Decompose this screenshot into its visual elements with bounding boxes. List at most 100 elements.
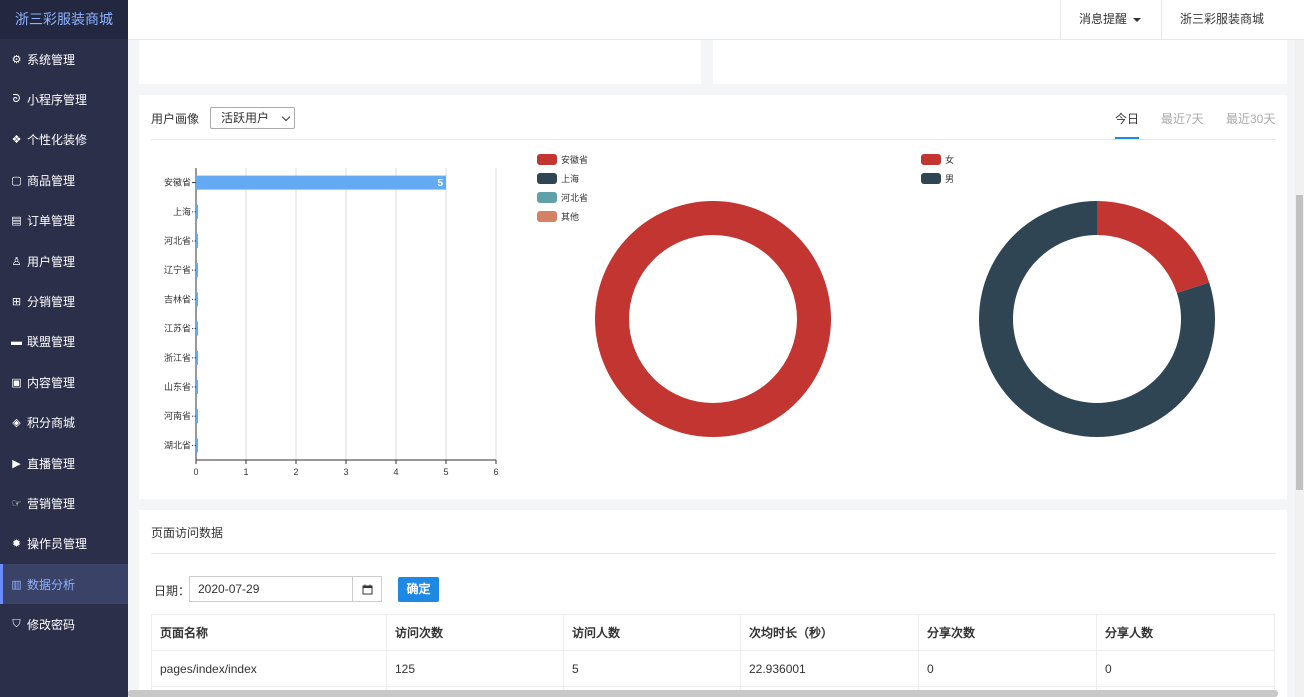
horizontal-scrollbar[interactable] (128, 690, 1278, 697)
table-cell: 0 (1096, 650, 1275, 687)
sidebar-item-label: 商品管理 (27, 173, 76, 188)
sidebar-item-5[interactable]: ♙ 用户管理 (0, 241, 128, 281)
shop-dropdown[interactable]: 浙三彩服装商城 (1161, 0, 1295, 60)
portrait-divider (151, 139, 1276, 140)
bar (196, 234, 198, 248)
sidebar-item-7[interactable]: ▬ 联盟管理 (0, 322, 128, 362)
x-tick-label: 6 (493, 467, 498, 477)
tab-last-7-days[interactable]: 最近7天 (1161, 110, 1204, 127)
page-visits-table: 页面名称 访问次数 访问人数 次均时长（秒） 分享次数 分享人数 pages/i… (151, 614, 1275, 697)
bar-chart-icon: ▥ (11, 578, 22, 591)
date-input[interactable]: 2020-07-29 (189, 576, 382, 602)
y-tick-label: 河北省 (164, 235, 191, 246)
bar-value-label: 0 (189, 383, 195, 394)
confirm-button[interactable]: 确定 (398, 577, 439, 602)
sidebar-item-label: 分销管理 (27, 295, 76, 310)
sidebar-item-4[interactable]: ▤ 订单管理 (0, 201, 128, 241)
table-cell: 5 (563, 650, 741, 687)
date-input-value: 2020-07-29 (198, 582, 260, 596)
sidebar-item-1[interactable]: ᘐ 小程序管理 (0, 79, 128, 119)
y-tick-label: 湖北省 (164, 439, 191, 450)
y-tick-label: 山东省 (164, 381, 191, 392)
legend-item[interactable]: 其他 (537, 207, 588, 226)
notifications-dropdown[interactable]: 消息提醒 (1060, 0, 1161, 40)
bar-value-label: 0 (189, 441, 195, 452)
legend-item[interactable]: 河北省 (537, 188, 588, 207)
sidebar-item-11[interactable]: ☞ 营销管理 (0, 483, 128, 523)
sidebar-item-label: 内容管理 (27, 375, 76, 390)
sidebar-item-3[interactable]: ▢ 商品管理 (0, 160, 128, 200)
sidebar-item-0[interactable]: ⚙ 系统管理 (0, 39, 128, 79)
legend-swatch (921, 173, 941, 184)
sidebar-item-9[interactable]: ◈ 积分商城 (0, 403, 128, 443)
sidebar-item-14[interactable]: ⛉ 修改密码 (0, 604, 128, 644)
table-cell: pages/index/index (151, 650, 387, 687)
bar-value-label: 0 (189, 353, 195, 364)
palette-icon: ❖ (11, 134, 22, 147)
province-bar-chart: 0 1 2 3 4 5 6安徽省 5上海0河北省0辽宁省0吉林省0江苏省0浙江省0山东省0河南… (164, 168, 499, 477)
visits-divider (151, 553, 1276, 554)
y-tick-label: 江苏省 (164, 323, 191, 334)
col-avg-duration: 次均时长（秒） (740, 614, 919, 651)
sidebar-item-12[interactable]: ✹ 操作员管理 (0, 524, 128, 564)
vertical-scrollbar-thumb[interactable] (1296, 195, 1303, 490)
summary-card-right (713, 40, 1287, 84)
col-page-name: 页面名称 (151, 614, 387, 651)
calendar-icon[interactable] (352, 577, 381, 601)
bar (196, 350, 198, 365)
cube-icon: ◈ (12, 417, 21, 430)
summary-card-left (139, 40, 701, 84)
brand-logo[interactable]: 浙三彩服装商城 (0, 0, 128, 39)
y-tick-label: 辽宁省 (164, 264, 191, 275)
user-icon: ♙ (11, 255, 22, 268)
sidebar-menu: ⚙ 系统管理 ᘐ 小程序管理 ❖ 个性化装修 ▢ 商品管理 ▤ 订单管理 ♙ 用户管理 ⊞ 分销管理 ▬ 联盟… (0, 39, 128, 645)
portrait-title: 用户画像 (151, 112, 200, 126)
sidebar-item-label: 订单管理 (27, 214, 76, 229)
caret-down-icon (1133, 17, 1142, 22)
legend-item[interactable]: 女 (921, 150, 954, 169)
sidebar-item-2[interactable]: ❖ 个性化装修 (0, 120, 128, 160)
legend-item[interactable]: 上海 (537, 169, 588, 188)
bar (196, 204, 198, 219)
sidebar-item-label: 个性化装修 (27, 133, 88, 148)
table-cell: 22.936001 (740, 650, 919, 687)
notifications-label: 消息提醒 (1079, 12, 1128, 26)
bar (196, 409, 198, 424)
vertical-scrollbar[interactable] (1295, 40, 1304, 697)
sitemap-icon: ⊞ (11, 296, 22, 309)
sidebar-item-8[interactable]: ▣ 内容管理 (0, 362, 128, 402)
legend-swatch (537, 211, 557, 222)
col-visit-count: 访问次数 (386, 614, 564, 651)
legend-label: 男 (945, 174, 955, 184)
clipboard-icon: ▤ (11, 215, 22, 228)
sidebar-item-label: 系统管理 (27, 52, 76, 67)
tab-today[interactable]: 今日 (1115, 110, 1139, 127)
sidebar-item-13[interactable]: ▥ 数据分析 (0, 564, 128, 605)
sidebar-item-label: 修改密码 (27, 618, 76, 633)
x-tick-label: 5 (443, 467, 448, 477)
sidebar-item-10[interactable]: ▶ 直播管理 (0, 443, 128, 483)
x-tick-label: 2 (293, 467, 298, 477)
shopping-bag-icon: ▢ (11, 174, 22, 187)
tab-last-30-days[interactable]: 最近30天 (1226, 110, 1275, 127)
bar-value-label: 0 (189, 237, 195, 248)
sidebar-item-label: 用户管理 (27, 254, 76, 269)
legend-label: 河北省 (561, 193, 589, 203)
store-icon: ▬ (11, 335, 22, 348)
gender-donut-chart (979, 201, 1215, 437)
table-header-row: 页面名称 访问次数 访问人数 次均时长（秒） 分享次数 分享人数 (151, 614, 1275, 651)
legend-item[interactable]: 安徽省 (537, 150, 588, 169)
user-type-select[interactable]: 活跃用户 (210, 107, 295, 129)
user-type-select-value: 活跃用户 (221, 111, 270, 125)
sidebar-item-label: 小程序管理 (27, 93, 88, 108)
legend-item[interactable]: 男 (921, 169, 954, 188)
sidebar-item-6[interactable]: ⊞ 分销管理 (0, 281, 128, 321)
sidebar-item-label: 数据分析 (27, 577, 76, 592)
legend-swatch (537, 154, 557, 165)
bar (196, 438, 198, 453)
sidebar: 浙三彩服装商城 ⚙ 系统管理 ᘐ 小程序管理 ❖ 个性化装修 ▢ 商品管理 ▤ 订单管理 ♙ 用户管理… (0, 0, 128, 697)
legend-swatch (537, 173, 557, 184)
pie-slice (1097, 201, 1210, 294)
mini-program-icon: ᘐ (12, 93, 21, 106)
gear-outline-icon: ⚙ (11, 53, 22, 66)
